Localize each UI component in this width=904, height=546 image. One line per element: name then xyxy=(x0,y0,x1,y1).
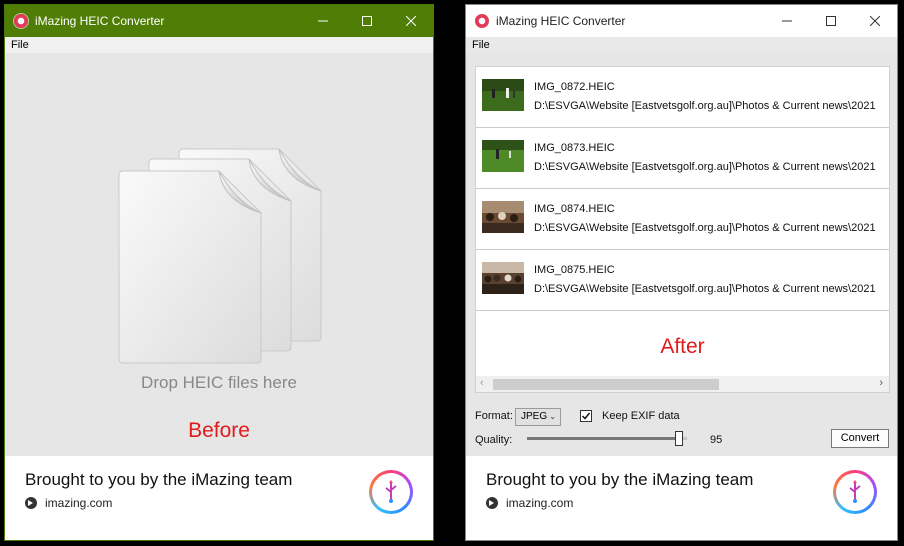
golf-green-icon xyxy=(482,140,524,172)
minimize-icon xyxy=(782,20,792,22)
menu-bar: File xyxy=(466,37,897,53)
imazing-logo[interactable] xyxy=(369,470,413,514)
group-indoor-icon xyxy=(482,262,524,294)
quality-slider-fill xyxy=(527,437,679,440)
drop-zone[interactable]: Drop HEIC files here Before xyxy=(5,53,433,459)
file-list[interactable]: IMG_0872.HEIC D:\ESVGA\Website [Eastvets… xyxy=(475,66,890,393)
format-label: Format: xyxy=(475,410,513,422)
minimize-button[interactable] xyxy=(765,5,809,37)
footer: Brought to you by the iMazing team imazi… xyxy=(466,456,897,540)
scroll-thumb[interactable] xyxy=(493,379,719,390)
file-name: IMG_0872.HEIC xyxy=(534,81,615,93)
app-icon xyxy=(14,14,28,28)
usb-icon xyxy=(849,480,861,503)
list-item[interactable]: IMG_0872.HEIC D:\ESVGA\Website [Eastvets… xyxy=(476,67,889,128)
chevron-down-icon: ⌄ xyxy=(549,412,556,421)
close-icon xyxy=(406,16,416,26)
window-title: iMazing HEIC Converter xyxy=(35,14,165,28)
menu-bar: File xyxy=(5,37,433,53)
after-caption: After xyxy=(660,335,705,358)
keep-exif-label: Keep EXIF data xyxy=(602,410,680,422)
maximize-icon xyxy=(362,16,372,26)
horizontal-scrollbar[interactable]: ‹ › xyxy=(476,376,889,392)
format-value: JPEG xyxy=(521,411,548,422)
menu-file[interactable]: File xyxy=(472,39,490,51)
maximize-button[interactable] xyxy=(345,5,389,37)
footer-text: Brought to you by the iMazing team xyxy=(486,470,754,489)
conversion-controls: Format: JPEG ⌄ Keep EXIF data Quality: 9… xyxy=(466,394,897,458)
imazing-link-label: imazing.com xyxy=(45,496,113,510)
quality-slider-thumb[interactable] xyxy=(675,431,683,446)
file-name: IMG_0874.HEIC xyxy=(534,203,615,215)
scroll-left-icon[interactable]: ‹ xyxy=(480,377,484,389)
quality-value: 95 xyxy=(710,434,723,446)
app-icon xyxy=(475,14,489,28)
imazing-link[interactable]: imazing.com xyxy=(25,496,112,510)
convert-button[interactable]: Convert xyxy=(831,429,889,448)
imazing-link[interactable]: imazing.com xyxy=(486,496,573,510)
before-caption: Before xyxy=(188,419,250,442)
menu-file[interactable]: File xyxy=(11,39,29,51)
maximize-icon xyxy=(826,16,836,26)
arrow-circle-icon xyxy=(486,497,498,509)
title-bar[interactable]: iMazing HEIC Converter xyxy=(5,5,433,37)
file-path: D:\ESVGA\Website [Eastvetsgolf.org.au]\P… xyxy=(534,222,876,234)
arrow-circle-icon xyxy=(25,497,37,509)
file-list-area: IMG_0872.HEIC D:\ESVGA\Website [Eastvets… xyxy=(466,53,897,394)
quality-label: Quality: xyxy=(475,434,513,446)
scroll-right-icon[interactable]: › xyxy=(879,377,883,389)
footer: Brought to you by the iMazing team imazi… xyxy=(5,456,433,540)
keep-exif-checkbox[interactable] xyxy=(580,410,592,422)
close-icon xyxy=(870,16,880,26)
golf-green-icon xyxy=(482,79,524,111)
file-name: IMG_0875.HEIC xyxy=(534,264,615,276)
close-button[interactable] xyxy=(853,5,897,37)
file-path: D:\ESVGA\Website [Eastvetsgolf.org.au]\P… xyxy=(534,100,876,112)
converter-window-before: iMazing HEIC Converter File Drop HEIC fi… xyxy=(4,4,434,541)
close-button[interactable] xyxy=(389,5,433,37)
quality-slider[interactable] xyxy=(527,437,687,440)
imazing-logo[interactable] xyxy=(833,470,877,514)
file-path: D:\ESVGA\Website [Eastvetsgolf.org.au]\P… xyxy=(534,283,876,295)
footer-text: Brought to you by the iMazing team xyxy=(25,470,293,489)
file-name: IMG_0873.HEIC xyxy=(534,142,615,154)
list-item[interactable]: IMG_0875.HEIC D:\ESVGA\Website [Eastvets… xyxy=(476,250,889,311)
imazing-link-label: imazing.com xyxy=(506,496,574,510)
maximize-button[interactable] xyxy=(809,5,853,37)
minimize-icon xyxy=(318,20,328,22)
converter-window-after: iMazing HEIC Converter File IMG_0872.HEI… xyxy=(465,4,898,541)
list-item[interactable]: IMG_0873.HEIC D:\ESVGA\Website [Eastvets… xyxy=(476,128,889,189)
list-item[interactable]: IMG_0874.HEIC D:\ESVGA\Website [Eastvets… xyxy=(476,189,889,250)
group-indoor-icon xyxy=(482,201,524,233)
format-select[interactable]: JPEG ⌄ xyxy=(515,408,561,426)
checkmark-icon xyxy=(581,412,591,420)
documents-icon xyxy=(118,148,322,364)
window-title: iMazing HEIC Converter xyxy=(496,14,626,28)
minimize-button[interactable] xyxy=(301,5,345,37)
title-bar[interactable]: iMazing HEIC Converter xyxy=(466,5,897,37)
drop-label: Drop HEIC files here xyxy=(141,373,297,392)
usb-icon xyxy=(385,480,397,503)
file-path: D:\ESVGA\Website [Eastvetsgolf.org.au]\P… xyxy=(534,161,876,173)
